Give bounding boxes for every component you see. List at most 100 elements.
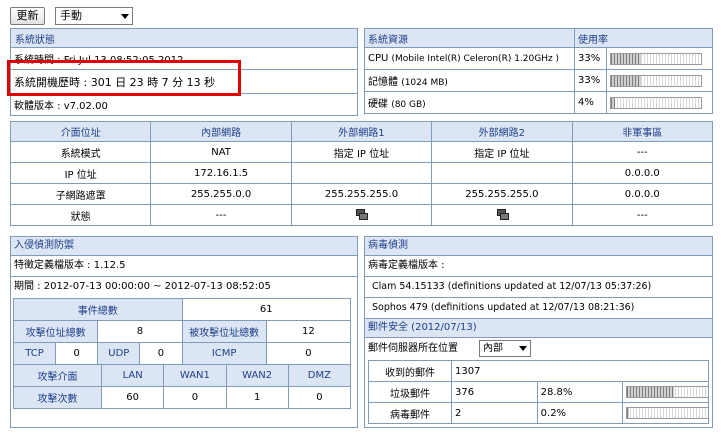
chevron-down-icon <box>121 14 129 19</box>
row-label: IP 位址 <box>9 162 152 184</box>
resource-label: 記憶體 <box>368 77 398 88</box>
virus-mail-bar-fill <box>627 408 629 418</box>
mail-server-select[interactable]: 內部 <box>479 340 531 357</box>
system-status-title: 系統狀態 <box>10 28 358 48</box>
virus-mail-bar <box>626 407 708 419</box>
resources-title: 系統資源 <box>364 28 575 48</box>
resource-label: CPU <box>368 53 389 64</box>
spam-bar <box>626 386 708 398</box>
network-connected-icon <box>496 209 509 220</box>
total-events-value: 61 <box>181 298 351 321</box>
cell: NAT <box>150 141 292 163</box>
interface-table: 介面位址 內部網路 外部網路1 外部網路2 非軍事區 系統模式 NAT 指定 I… <box>9 121 714 226</box>
ids-interface-table: 攻擊介面 LAN WAN1 WAN2 DMZ 攻擊次數 60 0 1 0 <box>13 364 352 409</box>
resource-percent: 33% <box>574 47 607 70</box>
interface-header: 非軍事區 <box>571 121 714 142</box>
virus-mail-value: 2 <box>451 402 538 424</box>
cell: 0.0.0.0 <box>571 183 714 205</box>
cell: 255.255.255.0 <box>290 183 433 205</box>
ids-stats-table: 事件總數 61 攻擊位址總數 8 被攻擊位址總數 12 TCP 0 UDP 0 … <box>12 298 352 365</box>
attack-count: 1 <box>225 386 289 409</box>
mail-server-row: 郵件伺服器所在位置 內部 <box>365 338 712 360</box>
resource-detail: (80 GB) <box>391 100 426 110</box>
interface-header: 內部網路 <box>150 121 292 142</box>
cell: --- <box>150 204 292 226</box>
virus-version-label: 病毒定義檔版本 : <box>365 256 712 277</box>
cell: 指定 IP 位址 <box>431 141 573 163</box>
resource-percent: 33% <box>574 69 607 92</box>
iface-header: WAN1 <box>163 364 227 387</box>
virus-mail-label: 病毒郵件 <box>368 402 452 424</box>
usage-bar-fill <box>611 75 641 86</box>
tcp-label: TCP <box>12 342 57 365</box>
cell <box>431 162 573 184</box>
interface-header: 外部網路1 <box>290 121 433 142</box>
network-connected-icon <box>356 209 369 220</box>
resource-label: 硬碟 <box>368 99 388 110</box>
received-value: 1307 <box>451 360 709 382</box>
resource-row-cpu: CPU (Mobile Intel(R) Celeron(R) 1.20GHz … <box>364 47 713 70</box>
resource-detail: (Mobile Intel(R) Celeron(R) 1.20GHz ) <box>391 54 560 64</box>
attacked-value: 12 <box>265 320 352 343</box>
interface-header: 外部網路2 <box>431 121 573 142</box>
attacked-label: 被攻擊位址總數 <box>181 320 267 343</box>
udp-value: 0 <box>139 342 183 365</box>
ids-period: 期間 : 2012-07-13 00:00:00 ~ 2012-07-13 08… <box>14 281 271 292</box>
resource-row-memory: 記憶體 (1024 MB) 33% <box>364 69 713 92</box>
spam-bar-fill <box>627 387 674 397</box>
attack-count-label: 攻擊次數 <box>13 386 102 409</box>
spam-value: 376 <box>451 381 538 403</box>
table-row: 子網路遮罩 255.255.0.0 255.255.255.0 255.255.… <box>9 183 714 205</box>
iface-header: DMZ <box>287 364 352 387</box>
received-label: 收到的郵件 <box>368 360 452 382</box>
udp-label: UDP <box>97 342 141 365</box>
total-events-label: 事件總數 <box>13 298 183 321</box>
interface-header: 介面位址 <box>9 121 152 142</box>
usage-bar-fill <box>611 97 615 108</box>
firmware-version: 軟體版本 : v7.02.00 <box>10 93 358 116</box>
usage-bar <box>610 52 702 65</box>
ids-panel: 入侵偵測防禦 特徵定義檔版本 : 1.12.5 期間 : 2012-07-13 … <box>10 236 358 428</box>
attack-count: 0 <box>287 386 352 409</box>
chevron-down-icon <box>519 346 527 351</box>
virus-panel: 病毒偵測 病毒定義檔版本 : Clam 54.15133 (definition… <box>364 236 713 428</box>
ids-title: 入侵偵測防禦 <box>11 237 357 256</box>
usage-bar-fill <box>611 53 641 64</box>
cell: 255.255.0.0 <box>150 183 292 205</box>
tcp-value: 0 <box>55 342 99 365</box>
cell: --- <box>571 141 714 163</box>
attack-interface-label: 攻擊介面 <box>13 364 102 387</box>
mail-title: 郵件安全 (2012/07/13) <box>365 319 712 338</box>
attack-count: 0 <box>163 386 227 409</box>
row-label: 子網路遮罩 <box>9 183 152 205</box>
system-resources-panel: 系統資源 使用率 CPU (Mobile Intel(R) Celeron(R)… <box>364 28 713 114</box>
table-row: 系統模式 NAT 指定 IP 位址 指定 IP 位址 --- <box>9 141 714 163</box>
refresh-mode-select[interactable]: 手動 <box>55 7 133 25</box>
resource-percent: 4% <box>574 91 607 114</box>
resource-row-disk: 硬碟 (80 GB) 4% <box>364 91 713 114</box>
cell: --- <box>571 204 714 226</box>
mail-server-value: 內部 <box>483 343 503 354</box>
mail-stats-table: 收到的郵件 1307 垃圾郵件 376 28.8% 病毒郵件 2 0.2% <box>368 360 709 424</box>
cell: 172.16.1.5 <box>150 162 292 184</box>
sophos-version: Sophos 479 (definitions updated at 12/07… <box>365 298 712 319</box>
refresh-button[interactable]: 更新 <box>10 7 45 25</box>
highlight-box <box>7 60 241 96</box>
refresh-mode-value: 手動 <box>60 9 82 22</box>
spam-percent: 28.8% <box>536 381 624 403</box>
iface-header: LAN <box>100 364 165 387</box>
usage-title: 使用率 <box>574 28 713 48</box>
mail-server-label: 郵件伺服器所在位置 <box>368 343 458 354</box>
resource-detail: (1024 MB) <box>401 78 448 88</box>
row-label: 系統模式 <box>9 141 152 163</box>
cell <box>290 162 433 184</box>
cell: 0.0.0.0 <box>571 162 714 184</box>
cell: 指定 IP 位址 <box>290 141 433 163</box>
virus-mail-percent: 0.2% <box>536 402 624 424</box>
icmp-value: 0 <box>265 342 352 365</box>
ids-signature-version: 特徵定義檔版本 : 1.12.5 <box>11 256 357 277</box>
clam-version: Clam 54.15133 (definitions updated at 12… <box>365 277 712 298</box>
table-row: 狀態 --- --- <box>9 204 714 226</box>
spam-label: 垃圾郵件 <box>368 381 452 403</box>
usage-bar <box>610 74 702 87</box>
